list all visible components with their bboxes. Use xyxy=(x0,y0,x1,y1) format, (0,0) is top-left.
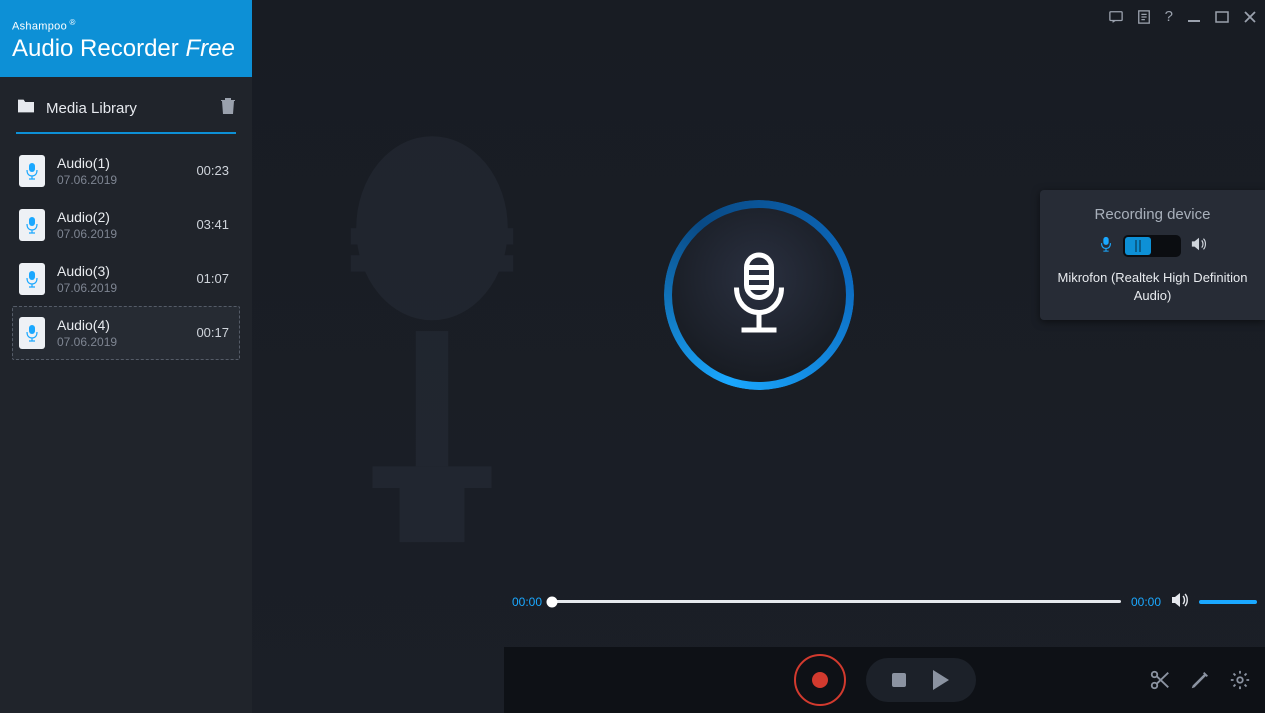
minimize-icon[interactable] xyxy=(1187,10,1201,24)
library-title-row: Media Library xyxy=(16,98,137,118)
bottom-control-bar xyxy=(504,647,1265,713)
volume-slider[interactable] xyxy=(1199,600,1257,604)
record-button[interactable] xyxy=(794,654,846,706)
settings-icon[interactable] xyxy=(1229,669,1251,691)
track-date: 07.06.2019 xyxy=(57,173,181,187)
background-microphone-icon xyxy=(292,120,572,585)
stop-button[interactable] xyxy=(892,673,906,687)
track-info: Audio(1) 07.06.2019 xyxy=(57,155,181,187)
media-library: Media Library Audio(1)07.06.201900:23Aud… xyxy=(0,77,252,360)
playback-seek-bar[interactable] xyxy=(552,600,1121,603)
track-duration: 00:23 xyxy=(193,163,233,178)
sidebar: Ashampoo ® Audio Recorder Free Media Lib… xyxy=(0,0,252,713)
track-duration: 03:41 xyxy=(193,217,233,232)
library-divider xyxy=(16,132,236,134)
track-list: Audio(1) 07.06.2019 00:23 Audio(2) 07.06.201… xyxy=(12,144,240,360)
track-info: Audio(4) 07.06.2019 xyxy=(57,317,181,349)
track-date: 07.06.2019 xyxy=(57,281,181,295)
recording-device-panel: Recording device Mikrofon (Realtek High … xyxy=(1040,190,1265,320)
track-row[interactable]: Audio(3) 07.06.2019 01:07 xyxy=(12,252,240,306)
device-source-toggle[interactable] xyxy=(1123,235,1181,257)
record-icon xyxy=(812,672,828,688)
track-info: Audio(2) 07.06.2019 xyxy=(57,209,181,241)
folder-icon xyxy=(16,98,36,118)
playback-current-time: 00:00 xyxy=(512,595,542,609)
device-speaker-icon xyxy=(1191,237,1207,256)
brand-title: Audio Recorder Free xyxy=(12,35,240,63)
recorder-ring xyxy=(664,200,854,390)
track-name: Audio(1) xyxy=(57,155,181,171)
playback-total-time: 00:00 xyxy=(1131,595,1161,609)
recorder-visual xyxy=(664,200,854,390)
track-date: 07.06.2019 xyxy=(57,227,181,241)
track-name: Audio(4) xyxy=(57,317,181,333)
play-button[interactable] xyxy=(933,670,949,690)
seek-handle[interactable] xyxy=(547,596,558,607)
stop-play-capsule xyxy=(866,658,976,702)
track-row[interactable]: Audio(2) 07.06.2019 03:41 xyxy=(12,198,240,252)
window-controls: ? xyxy=(1109,8,1257,25)
cut-icon[interactable] xyxy=(1149,669,1171,691)
track-date: 07.06.2019 xyxy=(57,335,181,349)
playback-progress-row: 00:00 00:00 xyxy=(512,592,1257,611)
notes-icon[interactable] xyxy=(1137,10,1151,24)
help-icon[interactable]: ? xyxy=(1165,8,1173,25)
library-title: Media Library xyxy=(46,100,137,117)
bottom-right-tools xyxy=(1149,669,1251,691)
audio-file-icon xyxy=(19,155,45,187)
main-area: ? xyxy=(252,0,1265,713)
recording-device-title: Recording device xyxy=(1052,206,1253,223)
feedback-icon[interactable] xyxy=(1109,10,1123,24)
transport-controls xyxy=(794,654,976,706)
track-duration: 01:07 xyxy=(193,271,233,286)
brand-header: Ashampoo ® Audio Recorder Free xyxy=(0,0,252,77)
audio-file-icon xyxy=(19,263,45,295)
track-name: Audio(3) xyxy=(57,263,181,279)
edit-icon[interactable] xyxy=(1189,669,1211,691)
track-row[interactable]: Audio(4) 07.06.2019 00:17 xyxy=(12,306,240,360)
audio-file-icon xyxy=(19,317,45,349)
track-name: Audio(2) xyxy=(57,209,181,225)
recording-device-name: Mikrofon (Realtek High Definition Audio) xyxy=(1052,269,1253,304)
audio-file-icon xyxy=(19,209,45,241)
close-icon[interactable] xyxy=(1243,10,1257,24)
brand-company: Ashampoo ® xyxy=(12,18,240,33)
library-header: Media Library xyxy=(12,77,240,132)
volume-icon[interactable] xyxy=(1171,592,1189,611)
track-duration: 00:17 xyxy=(193,325,233,340)
track-info: Audio(3) 07.06.2019 xyxy=(57,263,181,295)
trash-icon[interactable] xyxy=(220,97,236,120)
track-row[interactable]: Audio(1) 07.06.2019 00:23 xyxy=(12,144,240,198)
app-window: Ashampoo ® Audio Recorder Free Media Lib… xyxy=(0,0,1265,713)
device-toggle-row xyxy=(1052,235,1253,257)
recorder-ring-inner xyxy=(672,208,846,382)
microphone-icon xyxy=(720,250,798,340)
maximize-icon[interactable] xyxy=(1215,10,1229,24)
device-mic-icon xyxy=(1099,236,1113,257)
